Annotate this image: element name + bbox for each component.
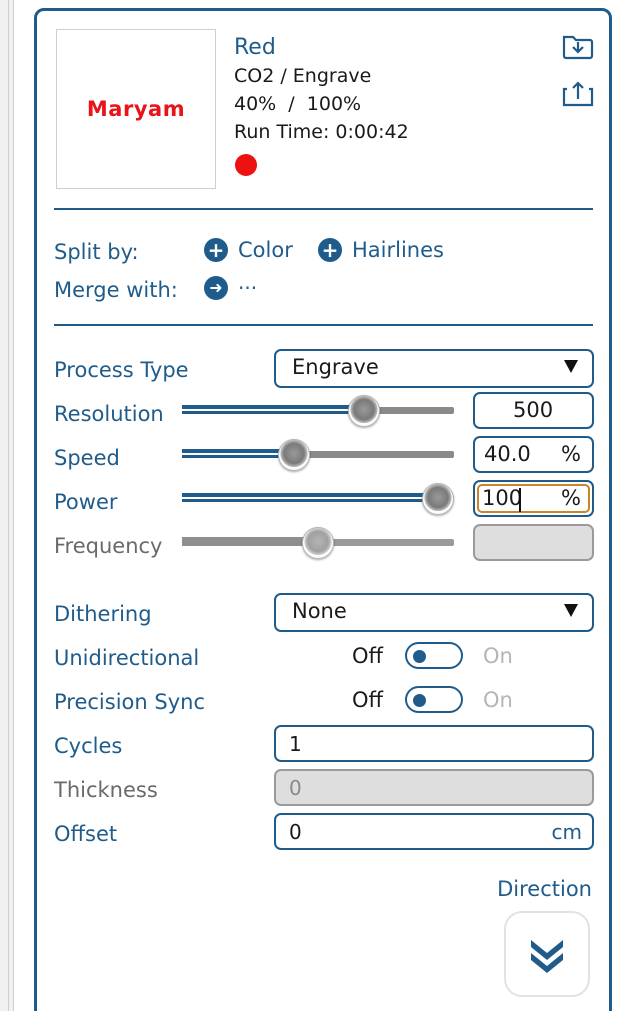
resolution-value: 500 [513, 398, 554, 422]
dithering-value: None [292, 599, 347, 623]
precision-sync-label: Precision Sync [54, 690, 205, 714]
frequency-label: Frequency [54, 534, 163, 558]
unidirectional-on-label: On [483, 644, 513, 668]
thickness-label: Thickness [54, 778, 158, 802]
power-unit: % [561, 486, 581, 510]
split-hairlines-button[interactable]: + Hairlines [318, 237, 444, 263]
process-type-dropdown[interactable]: Engrave [274, 349, 594, 388]
direction-button[interactable] [504, 911, 590, 997]
chevron-double-down-icon [531, 940, 563, 973]
layer-thumbnail: Maryam [56, 29, 216, 189]
thumbnail-text: Maryam [86, 97, 186, 121]
export-icon[interactable] [561, 79, 595, 109]
precision-sync-off-label: Off [352, 688, 383, 712]
text-cursor [519, 488, 521, 512]
unidirectional-label: Unidirectional [54, 646, 200, 670]
slider-knob[interactable] [347, 395, 380, 427]
slider-knob [302, 527, 334, 559]
arrow-right-circle-icon: ➜ [204, 276, 228, 300]
speed-slider[interactable] [182, 439, 454, 471]
frequency-input [473, 524, 594, 561]
divider [54, 324, 593, 326]
resolution-slider[interactable] [182, 395, 454, 427]
cycles-label: Cycles [54, 734, 123, 758]
split-color-button[interactable]: + Color [204, 237, 293, 263]
merge-with-value: ··· [238, 276, 258, 300]
layer-run-time: Run Time: 0:00:42 [234, 121, 409, 143]
layer-color-dot [235, 154, 257, 176]
frequency-slider [182, 527, 454, 559]
unidirectional-toggle[interactable] [405, 642, 463, 669]
process-type-value: Engrave [292, 355, 379, 379]
split-color-label: Color [238, 238, 293, 262]
dithering-dropdown[interactable]: None [274, 593, 594, 632]
process-type-label: Process Type [54, 358, 189, 382]
merge-with-button[interactable]: ➜ ··· [204, 275, 257, 301]
plus-circle-icon: + [318, 238, 342, 262]
dithering-label: Dithering [54, 602, 152, 626]
power-label: Power [54, 490, 118, 514]
power-value: 100 [482, 486, 523, 510]
layer-settings-panel: Maryam Red CO2 / Engrave 40% / 100% Run … [34, 8, 612, 1011]
layer-power-summary: 40% / 100% [234, 93, 362, 115]
dropdown-arrow-icon [564, 604, 578, 617]
power-slider[interactable] [182, 483, 454, 515]
offset-label: Offset [54, 822, 118, 846]
left-scroll-strip [0, 0, 14, 1011]
cycles-value: 1 [289, 732, 302, 756]
slider-knob[interactable] [278, 439, 310, 471]
folder-import-icon[interactable] [561, 31, 595, 61]
split-hairlines-label: Hairlines [352, 238, 444, 262]
speed-label: Speed [54, 446, 120, 470]
merge-with-label: Merge with: [54, 278, 178, 302]
power-input[interactable]: 100 % [473, 480, 594, 517]
dropdown-arrow-icon [564, 360, 578, 373]
offset-unit: cm [551, 820, 582, 844]
split-by-label: Split by: [54, 240, 139, 264]
thickness-input: 0 [274, 769, 594, 806]
thickness-value: 0 [289, 776, 302, 800]
layer-process: CO2 / Engrave [234, 65, 372, 87]
speed-unit: % [561, 442, 581, 466]
cycles-input[interactable]: 1 [274, 725, 594, 762]
resolution-label: Resolution [54, 402, 164, 426]
unidirectional-off-label: Off [352, 644, 383, 668]
divider [54, 208, 593, 210]
offset-value: 0 [289, 820, 302, 844]
layer-name: Red [234, 35, 276, 60]
resolution-input[interactable]: 500 [473, 392, 594, 429]
speed-input[interactable]: 40.0 % [473, 436, 594, 473]
precision-sync-on-label: On [483, 688, 513, 712]
plus-circle-icon: + [204, 238, 228, 262]
precision-sync-toggle[interactable] [405, 686, 463, 713]
offset-input[interactable]: 0 cm [274, 813, 594, 850]
slider-knob[interactable] [422, 483, 454, 515]
direction-label: Direction [497, 877, 592, 901]
speed-value: 40.0 [484, 442, 531, 466]
